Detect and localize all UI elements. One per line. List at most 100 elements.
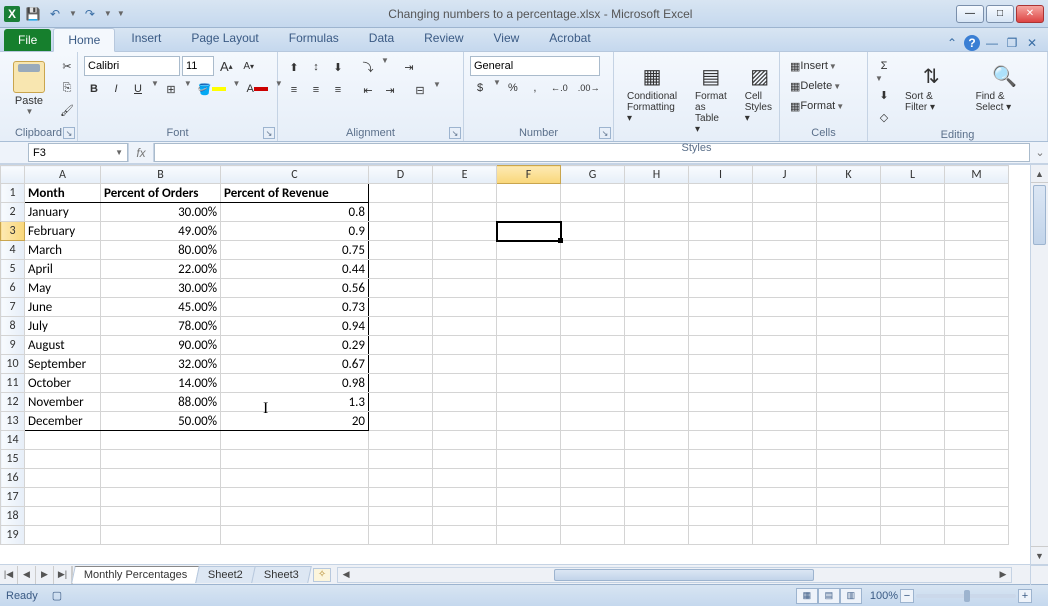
row-header[interactable]: 3 [1,222,25,241]
tab-file[interactable]: File [4,29,51,51]
cut-button[interactable]: ✂ [56,56,78,76]
cell[interactable] [497,507,561,526]
cell[interactable]: 90.00% [101,336,221,355]
cell[interactable] [625,241,689,260]
minimize-button[interactable]: — [956,5,984,23]
cell[interactable] [945,488,1009,507]
row-header[interactable]: 16 [1,469,25,488]
fx-icon[interactable]: fx [128,143,154,162]
cell[interactable] [561,241,625,260]
autosum-button[interactable]: Σ [874,56,894,76]
cell[interactable] [497,469,561,488]
clipboard-dialog-launcher[interactable]: ↘ [63,127,75,139]
row-header[interactable]: 19 [1,526,25,545]
cell[interactable]: September [25,355,101,374]
cell[interactable] [101,450,221,469]
cell[interactable] [753,393,817,412]
cell[interactable] [945,355,1009,374]
cell[interactable] [101,469,221,488]
cell[interactable] [25,469,101,488]
cell[interactable] [945,298,1009,317]
cell[interactable]: 30.00% [101,203,221,222]
cell[interactable] [369,393,433,412]
cell[interactable]: January [25,203,101,222]
cell[interactable]: 0.56 [221,279,369,298]
name-box[interactable]: F3▼ [28,143,128,162]
cell[interactable] [945,374,1009,393]
tab-data[interactable]: Data [355,27,408,51]
cell[interactable] [817,222,881,241]
cell[interactable] [497,374,561,393]
cell[interactable] [221,469,369,488]
cell[interactable]: 0.29 [221,336,369,355]
cell[interactable] [753,317,817,336]
cell[interactable]: April [25,260,101,279]
window-restore-icon[interactable]: ❐ [1004,35,1020,51]
cell[interactable] [817,355,881,374]
cell[interactable] [221,450,369,469]
horizontal-scrollbar[interactable]: ◀ ▶ [337,567,1012,583]
cell[interactable] [625,450,689,469]
wrap-text-button[interactable]: ⇥ [399,56,419,78]
row-header[interactable]: 10 [1,355,25,374]
col-header[interactable]: E [433,166,497,184]
font-color-button[interactable]: A [242,79,271,99]
window-close-icon[interactable]: ✕ [1024,35,1040,51]
cell[interactable] [369,298,433,317]
cell[interactable] [369,412,433,431]
cell[interactable] [497,241,561,260]
cell[interactable] [433,526,497,545]
cell[interactable]: Percent of Orders [101,184,221,203]
cell[interactable] [625,203,689,222]
col-header[interactable]: J [753,166,817,184]
cell[interactable] [369,526,433,545]
cell[interactable] [689,469,753,488]
col-header[interactable]: K [817,166,881,184]
cell[interactable] [689,279,753,298]
sheet-tab[interactable]: Monthly Percentages [71,566,200,583]
cell[interactable]: 32.00% [101,355,221,374]
cell[interactable] [221,507,369,526]
cell[interactable] [945,469,1009,488]
align-center-button[interactable]: ≡ [306,80,326,100]
cell[interactable] [625,412,689,431]
cell[interactable] [689,260,753,279]
cell[interactable] [881,374,945,393]
row-header[interactable]: 17 [1,488,25,507]
paste-button[interactable]: Paste ▼ [6,56,52,121]
cell[interactable] [881,431,945,450]
cell[interactable] [369,203,433,222]
cell[interactable]: Percent of Revenue [221,184,369,203]
cell[interactable] [945,222,1009,241]
cell[interactable] [369,355,433,374]
cell[interactable] [753,431,817,450]
cell[interactable] [497,336,561,355]
cell[interactable]: 50.00% [101,412,221,431]
cell[interactable] [561,184,625,203]
format-as-table-button[interactable]: ▤Format as Table ▾ [688,56,734,140]
row-header[interactable]: 11 [1,374,25,393]
cell[interactable] [945,279,1009,298]
cell[interactable]: 80.00% [101,241,221,260]
cell[interactable] [625,469,689,488]
cell[interactable] [689,488,753,507]
cell[interactable] [881,469,945,488]
cell[interactable] [881,317,945,336]
cell[interactable] [497,298,561,317]
cell[interactable] [561,526,625,545]
align-right-button[interactable]: ≡ [328,80,348,100]
cell[interactable] [433,450,497,469]
zoom-in-button[interactable]: + [1018,589,1032,603]
col-header[interactable]: M [945,166,1009,184]
redo-icon[interactable]: ↷ [81,5,99,23]
cell[interactable] [881,393,945,412]
conditional-formatting-button[interactable]: ▦Conditional Formatting ▾ [620,56,684,129]
hscroll-thumb[interactable] [554,569,814,581]
cell[interactable]: 88.00% [101,393,221,412]
cell[interactable] [817,507,881,526]
col-header[interactable]: D [369,166,433,184]
cell[interactable] [497,355,561,374]
cell[interactable] [561,431,625,450]
cell[interactable] [881,526,945,545]
cell[interactable] [753,336,817,355]
